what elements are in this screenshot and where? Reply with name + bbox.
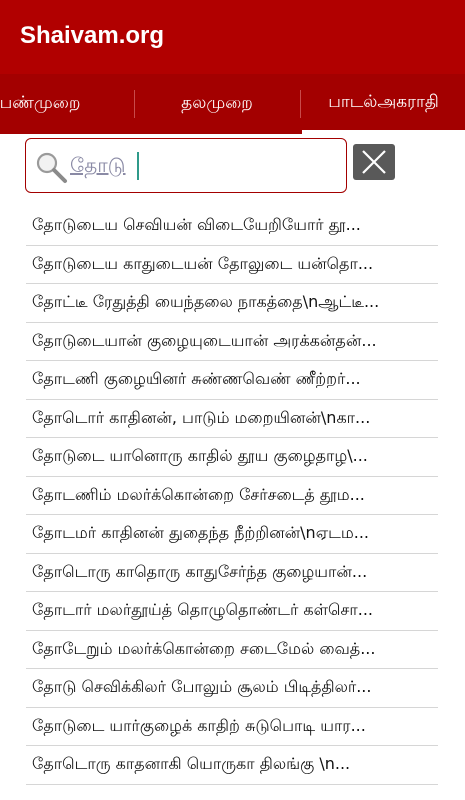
list-item[interactable]: தோடேறும் மலர்க்கொன்றை சடைமேல் வைத்... — [26, 631, 438, 669]
list-item[interactable]: தோடொர் காதினன், பாடும் மறையினன்\nகா... — [26, 400, 438, 438]
list-item[interactable]: தோடுடை யானொரு காதில் தூய குழைதாழ\... — [26, 438, 438, 477]
list-item-text: தோட்டீ ரேதுத்தி யைந்தலை நாகத்தை\nஆட்டீ..… — [32, 292, 380, 312]
tab-paadal-agarathi[interactable]: பாடல்அகராதி — [302, 74, 465, 134]
list-item[interactable]: தோட்டீ ரேதுத்தி யைந்தலை நாகத்தை\nஆட்டீ..… — [26, 284, 438, 323]
text-cursor — [137, 152, 139, 180]
list-item-text: தோடுடைய செவியன் விடையேறியோர் தூ... — [32, 215, 361, 235]
list-item-text: தோடுடையான் குழையுடையான் அரக்கன்தன்... — [32, 330, 377, 350]
list-item[interactable]: தோடு செவிக்கிலர் போலும் சூலம் பிடித்திலர… — [26, 669, 438, 708]
list-item[interactable]: தோடணி குழையினர் சுண்ணவெண் ணீற்றர்... — [26, 361, 438, 400]
list-item[interactable]: தோடொரு காதொரு காதுசேர்ந்த குழையான்... — [26, 554, 438, 592]
tab-thalamurai[interactable]: தலமுறை — [134, 74, 300, 134]
results-list: தோடுடைய செவியன் விடையேறியோர் தூ... தோடுடை… — [26, 207, 438, 785]
list-item-text: தோடுடைய காதுடையன் தோலுடை யன்தொ... — [32, 253, 374, 273]
list-item[interactable]: தோடுடையான் குழையுடையான் அரக்கன்தன்... — [26, 323, 438, 361]
list-item[interactable]: தோடுடை யார்குழைக் காதிற் சுடுபொடி யார... — [26, 708, 438, 746]
list-item-text: தோடுடை யானொரு காதில் தூய குழைதாழ\... — [32, 446, 368, 466]
list-item-text: தோடொரு காதனாகி யொருகா திலங்கு \n... — [32, 754, 351, 774]
clear-search-button[interactable] — [353, 144, 395, 180]
list-item-text: தோடணி குழையினர் சுண்ணவெண் ணீற்றர்... — [32, 369, 361, 389]
list-item-text: தோடுடை யார்குழைக் காதிற் சுடுபொடி யார... — [32, 715, 366, 735]
list-item[interactable]: தோடுடைய செவியன் விடையேறியோர் தூ... — [26, 207, 438, 246]
search-input[interactable]: தோடு — [25, 138, 347, 193]
app-bar: Shaivam.org — [0, 0, 465, 74]
tab-panmurai[interactable]: பண்முறை — [0, 74, 110, 134]
list-item-text: தோடணிம் மலர்க்கொன்றை சேர்சடைத் தூம... — [32, 484, 365, 504]
list-item[interactable]: தோடுடைய காதுடையன் தோலுடை யன்தொ... — [26, 246, 438, 284]
list-item-text: தோடொரு காதொரு காதுசேர்ந்த குழையான்... — [32, 561, 368, 581]
tab-bar: பண்முறை தலமுறை பாடல்அகராதி — [0, 74, 465, 134]
close-icon — [362, 150, 386, 174]
list-item-text: தோடு செவிக்கிலர் போலும் சூலம் பிடித்திலர… — [32, 677, 372, 697]
tab-divider — [300, 90, 301, 118]
search-query-text: தோடு — [70, 153, 126, 177]
list-item[interactable]: தோடமர் காதினன் துதைந்த நீற்றினன்\nஏடம... — [26, 515, 438, 554]
list-item-text: தோடொர் காதினன், பாடும் மறையினன்\nகா... — [32, 407, 371, 427]
list-item-text: தோடார் மலர்தூய்த் தொழுதொண்டர் கள்சொ... — [32, 600, 373, 620]
list-item[interactable]: தோடணிம் மலர்க்கொன்றை சேர்சடைத் தூம... — [26, 477, 438, 515]
app-title: Shaivam.org — [20, 22, 165, 49]
search-icon — [36, 152, 67, 183]
list-item-text: தோடேறும் மலர்க்கொன்றை சடைமேல் வைத்... — [32, 638, 376, 658]
list-item[interactable]: தோடார் மலர்தூய்த் தொழுதொண்டர் கள்சொ... — [26, 592, 438, 631]
list-item[interactable]: தோடொரு காதனாகி யொருகா திலங்கு \n... — [26, 746, 438, 785]
list-item-text: தோடமர் காதினன் துதைந்த நீற்றினன்\nஏடம... — [32, 523, 370, 543]
